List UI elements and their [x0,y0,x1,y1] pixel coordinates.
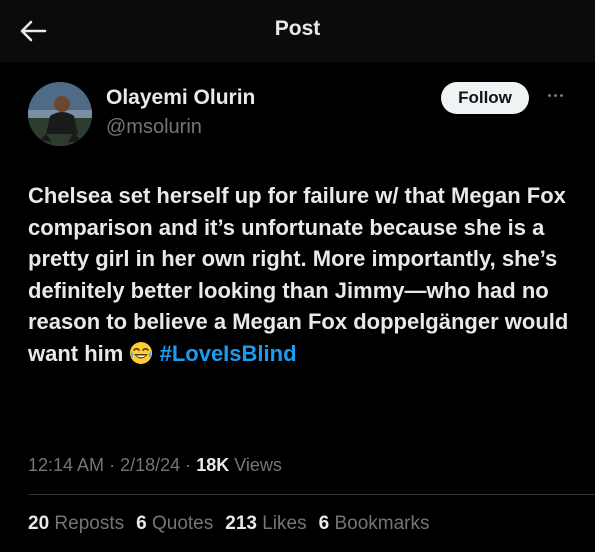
top-bar: Post [0,0,595,62]
quotes-stat[interactable]: 6 Quotes [136,513,213,535]
hashtag-link[interactable]: #LoveIsBlind [160,341,297,366]
views-count: 18K [196,455,230,475]
meta-separator: · [185,455,192,475]
views-label: Views [234,455,282,475]
laughing-crying-emoji [130,341,153,364]
likes-count: 213 [225,513,257,534]
quotes-count: 6 [136,513,147,534]
bookmarks-count: 6 [318,513,330,534]
ellipsis-dot [553,93,557,97]
more-options-button[interactable] [540,84,570,106]
ellipsis-icon [547,93,551,97]
bookmarks-stat[interactable]: 6 Bookmarks [319,513,430,535]
meta-separator: · [109,455,116,475]
divider [28,494,595,495]
reposts-count: 20 [28,513,50,534]
likes-label: Likes [262,513,307,534]
follow-button[interactable]: Follow [441,82,529,114]
author-display-name[interactable]: Olayemi Olurin [106,86,255,110]
reposts-label: Reposts [54,513,125,534]
avatar[interactable] [28,82,92,146]
post-text: Chelsea set herself up for failure w/ th… [28,180,573,369]
post-date[interactable]: 2/18/24 [120,455,180,475]
page-title: Post [274,17,321,40]
reposts-stat[interactable]: 20 Reposts [28,513,124,535]
ellipsis-dot [559,93,563,97]
post-stats: 20 Reposts 6 Quotes 213 Likes 6 Bookmark… [28,513,429,535]
avatar-image [28,82,92,146]
post-body: Chelsea set herself up for failure w/ th… [28,183,569,366]
post-meta: 12:14 AM · 2/18/24 · 18K Views [28,455,282,476]
quotes-label: Quotes [151,513,214,534]
author-handle[interactable]: @msolurin [106,116,202,139]
post-time[interactable]: 12:14 AM [28,455,104,475]
likes-stat[interactable]: 213 Likes [225,513,306,535]
bookmarks-label: Bookmarks [334,513,430,534]
